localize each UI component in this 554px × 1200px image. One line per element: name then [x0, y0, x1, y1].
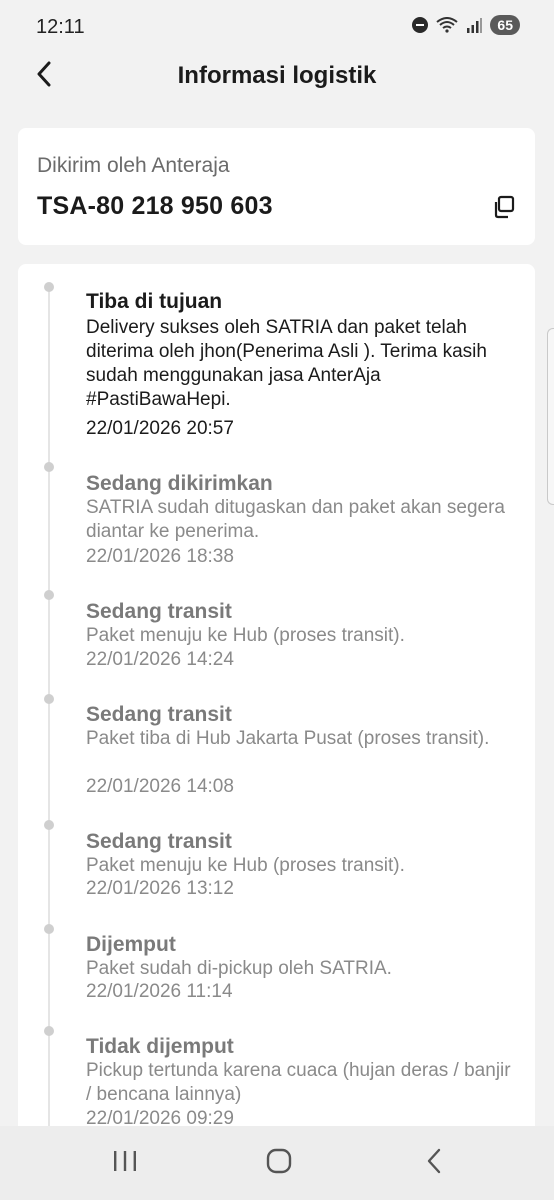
timeline-dot	[44, 462, 54, 472]
recents-icon	[112, 1149, 138, 1178]
system-nav-bar	[0, 1126, 554, 1200]
timeline-dot	[44, 1026, 54, 1036]
timeline-dot	[44, 282, 54, 292]
app-header: Informasi logistik	[0, 52, 554, 102]
shipment-card: Dikirim oleh Anteraja TSA-80 218 950 603	[18, 128, 535, 245]
timeline-description: Delivery sukses oleh SATRIA dan paket te…	[86, 317, 487, 410]
timeline-dot	[44, 590, 54, 600]
timeline-description: Pickup tertunda karena cuaca (hujan dera…	[86, 1060, 511, 1105]
timeline-time: 22/01/2026 20:57	[86, 418, 234, 439]
carrier-label: Dikirim oleh Anteraja	[37, 154, 230, 177]
timeline-status: Sedang transit	[86, 830, 232, 853]
timeline-dot	[44, 820, 54, 830]
system-back-button[interactable]	[414, 1148, 454, 1178]
timeline-status: Tidak dijemput	[86, 1035, 234, 1058]
back-icon	[425, 1148, 443, 1179]
copy-icon	[491, 195, 517, 224]
status-bar: 12:11 65	[0, 0, 554, 52]
timeline-status: Sedang dikirimkan	[86, 472, 273, 495]
tracking-number: TSA-80 218 950 603	[37, 192, 273, 220]
timeline-description: Paket menuju ke Hub (proses transit).	[86, 855, 405, 876]
timeline-time: 22/01/2026 14:08	[86, 776, 234, 797]
timeline-status: Sedang transit	[86, 600, 232, 623]
timeline-time: 22/01/2026 14:24	[86, 649, 234, 670]
timeline-dot	[44, 694, 54, 704]
copy-tracking-button[interactable]	[491, 194, 517, 220]
timeline-time: 22/01/2026 18:38	[86, 546, 234, 567]
battery-indicator: 65	[490, 15, 520, 35]
edge-panel-handle[interactable]	[547, 328, 554, 505]
tracking-timeline: Tiba di tujuan Delivery sukses oleh SATR…	[18, 264, 535, 1164]
page-title: Informasi logistik	[177, 62, 377, 89]
status-time: 12:11	[36, 16, 85, 38]
home-button[interactable]	[259, 1148, 299, 1178]
recents-button[interactable]	[105, 1148, 145, 1178]
timeline-description: Paket tiba di Hub Jakarta Pusat (proses …	[86, 728, 490, 749]
do-not-disturb-icon	[412, 17, 429, 33]
signal-icon	[466, 17, 483, 33]
timeline-description: SATRIA sudah ditugaskan dan paket akan s…	[86, 497, 505, 542]
timeline-status: Tiba di tujuan	[86, 290, 223, 313]
timeline-dot	[44, 924, 54, 934]
timeline-status: Dijemput	[86, 933, 176, 956]
timeline-time: 22/01/2026 11:14	[86, 981, 233, 1002]
timeline-time: 22/01/2026 13:12	[86, 878, 234, 899]
home-icon	[266, 1148, 292, 1179]
timeline-description: Paket sudah di-pickup oleh SATRIA.	[86, 958, 392, 979]
timeline-description: Paket menuju ke Hub (proses transit).	[86, 625, 405, 646]
wifi-icon	[436, 17, 459, 33]
timeline-status: Sedang transit	[86, 703, 232, 726]
status-icons: 65	[412, 15, 520, 35]
